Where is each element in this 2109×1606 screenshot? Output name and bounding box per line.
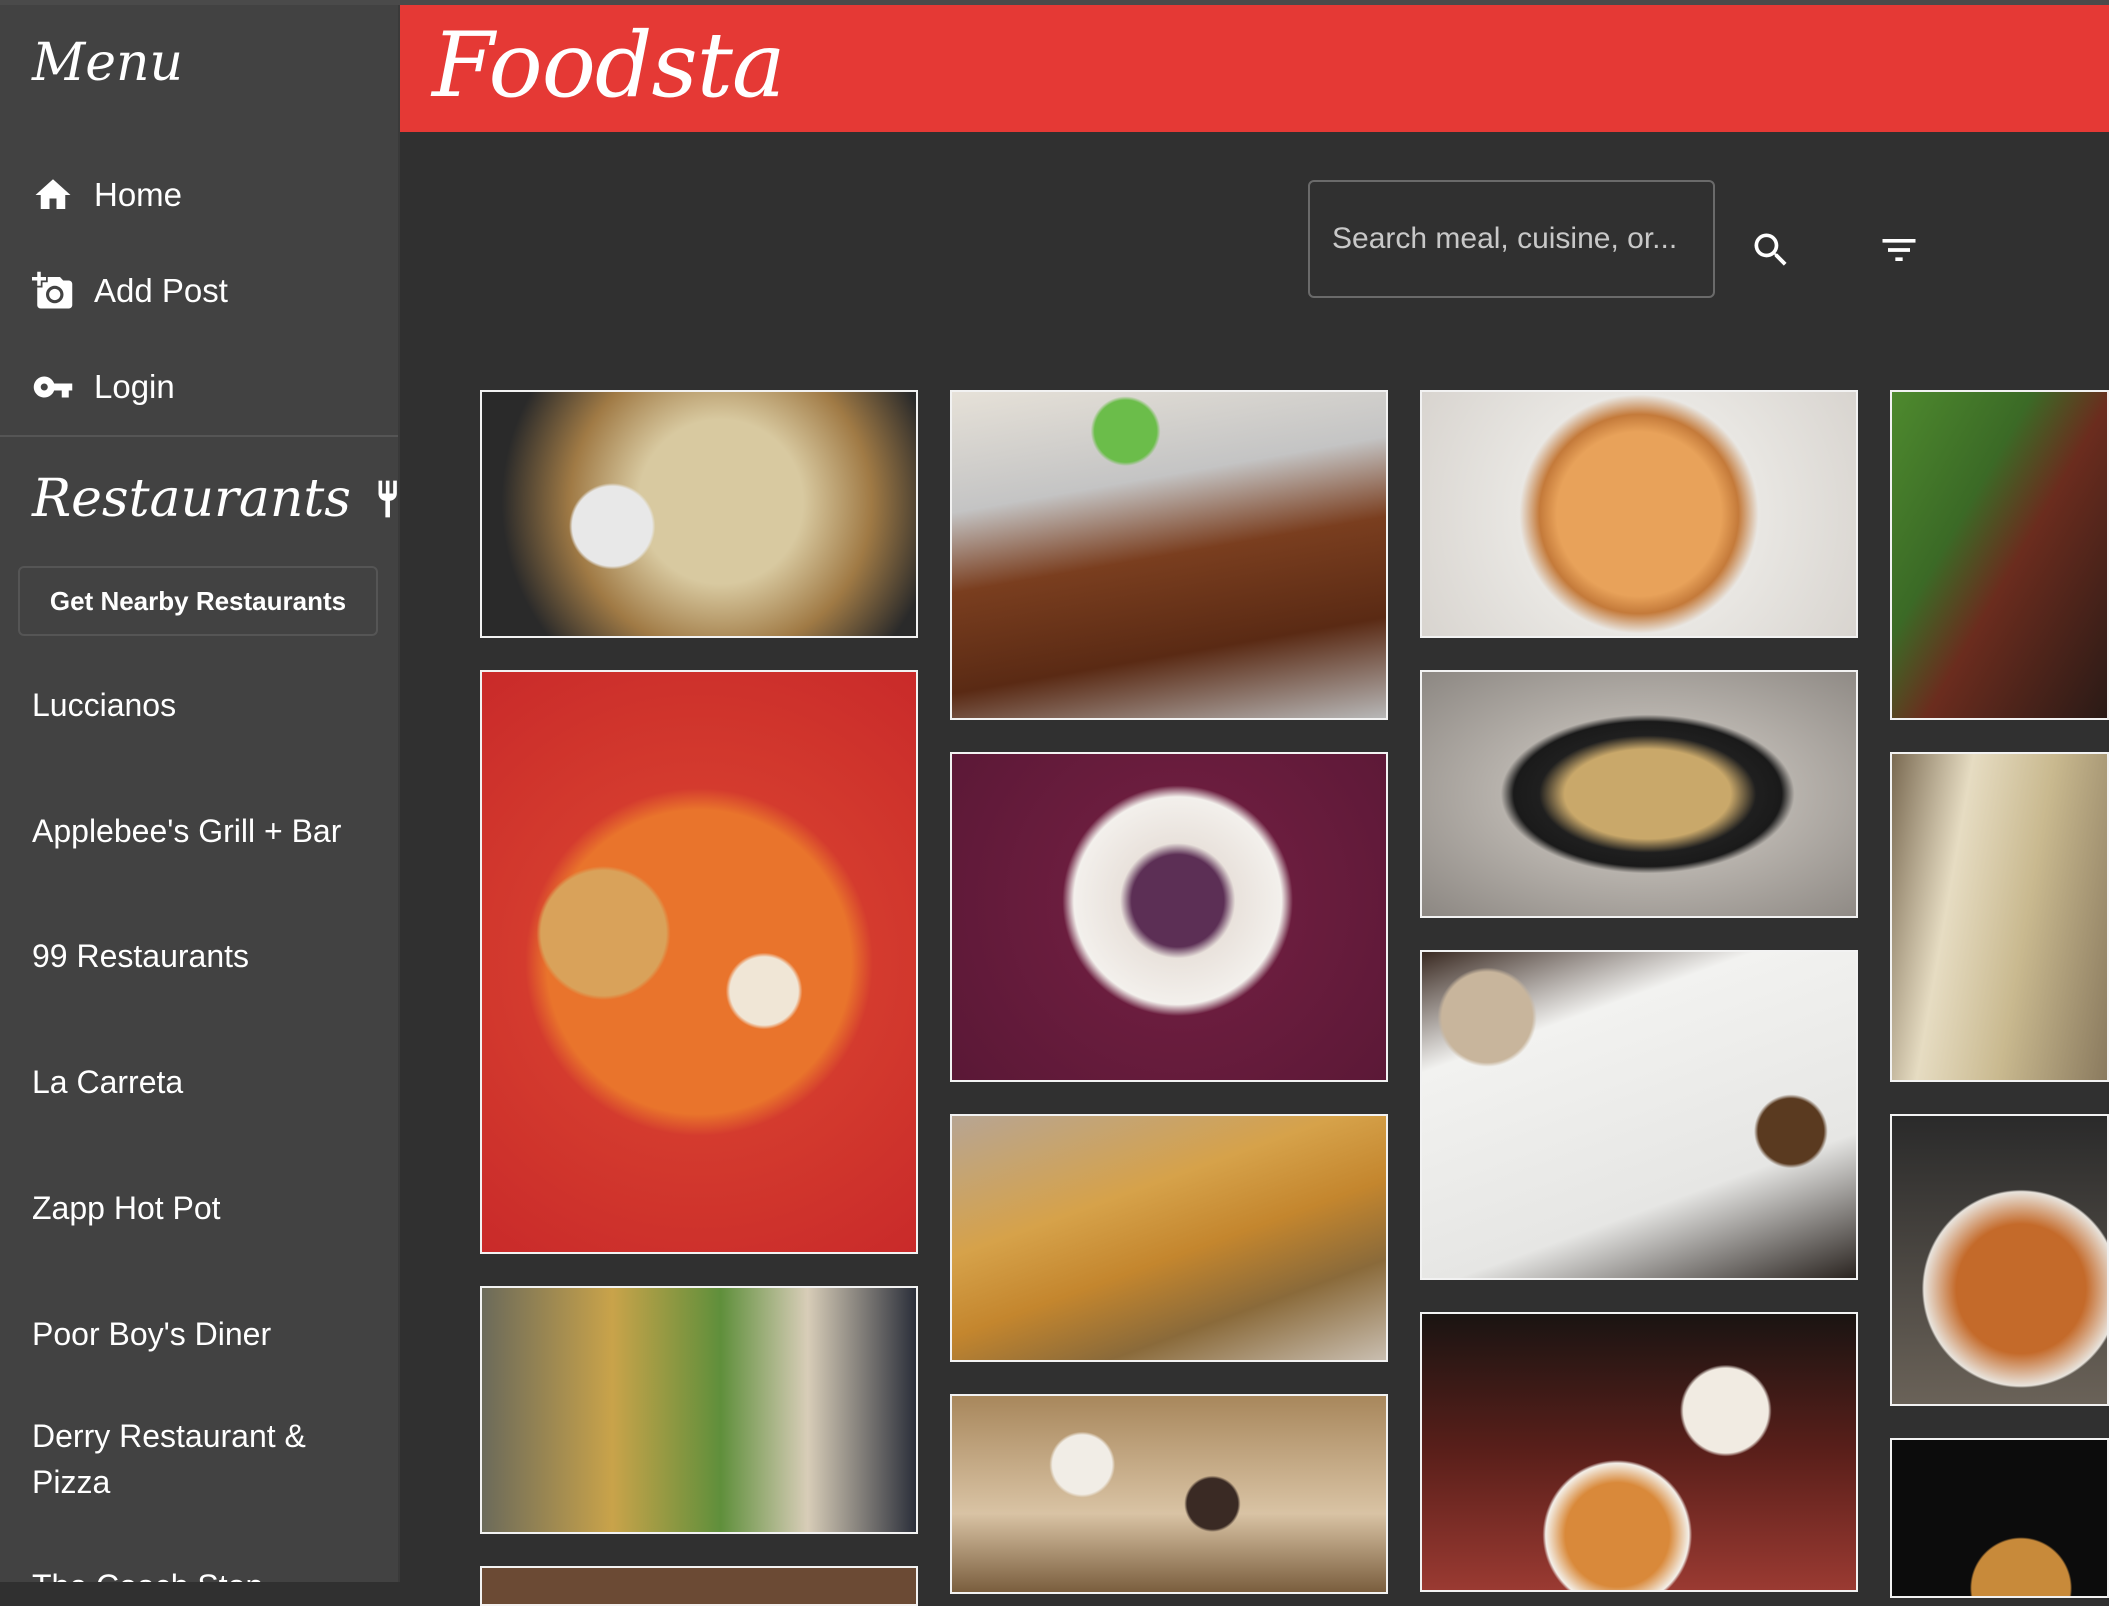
food-post-image[interactable] — [950, 1394, 1388, 1594]
food-post-image[interactable] — [480, 1286, 918, 1534]
nav-home[interactable]: Home — [32, 165, 182, 225]
app-header: Foodsta — [400, 5, 2109, 132]
filter-button[interactable] — [1871, 222, 1927, 278]
get-nearby-restaurants-button[interactable]: Get Nearby Restaurants — [18, 566, 378, 636]
food-post-image[interactable] — [950, 390, 1388, 720]
restaurant-item[interactable]: Poor Boy's Diner — [32, 1311, 372, 1357]
restaurant-item[interactable]: Applebee's Grill + Bar — [32, 808, 372, 854]
utensils-icon — [378, 480, 397, 518]
food-post-image[interactable] — [1890, 752, 2109, 1082]
sidebar-divider — [0, 435, 398, 437]
restaurant-item[interactable]: 99 Restaurants — [32, 933, 372, 979]
food-post-image[interactable] — [1420, 1312, 1858, 1592]
app-logo[interactable]: Foodsta — [432, 13, 786, 118]
restaurant-item[interactable]: Derry Restaurant & Pizza — [32, 1413, 372, 1505]
food-post-image[interactable] — [480, 390, 918, 638]
filter-icon — [1882, 239, 1916, 261]
nav-home-label: Home — [94, 176, 183, 213]
sidebar: Menu Home Add Post Login Restaurants Get… — [0, 5, 400, 1582]
food-post-image[interactable] — [1420, 670, 1858, 918]
nav-add-post[interactable]: Add Post — [32, 261, 228, 321]
home-icon — [35, 179, 71, 209]
restaurants-heading: Restaurants — [32, 469, 398, 529]
restaurant-item[interactable]: Luccianos — [32, 682, 372, 728]
nav-login-label: Login — [94, 368, 175, 405]
add-photo-icon — [32, 271, 73, 309]
food-post-image[interactable] — [480, 1566, 918, 1606]
key-icon — [33, 376, 73, 398]
search-input[interactable] — [1310, 221, 1704, 257]
food-post-image[interactable] — [1890, 390, 2109, 720]
restaurant-item[interactable]: La Carreta — [32, 1059, 372, 1105]
restaurant-item[interactable]: The Coach Stop — [32, 1563, 372, 1582]
food-post-image[interactable] — [950, 1114, 1388, 1362]
food-post-image[interactable] — [1890, 1438, 2109, 1598]
food-post-image[interactable] — [1420, 390, 1858, 638]
restaurants-title: Restaurants — [32, 469, 351, 529]
food-post-image[interactable] — [950, 752, 1388, 1082]
restaurant-item[interactable]: Zapp Hot Pot — [32, 1185, 372, 1231]
nav-login[interactable]: Login — [32, 357, 175, 417]
search-button[interactable] — [1743, 222, 1799, 278]
nav-add-post-label: Add Post — [94, 272, 228, 309]
food-post-image[interactable] — [1890, 1114, 2109, 1406]
menu-title: Menu — [32, 33, 183, 93]
food-post-image[interactable] — [480, 670, 918, 1254]
food-post-image[interactable] — [1420, 950, 1858, 1280]
search-field[interactable] — [1308, 180, 1715, 298]
search-icon — [1754, 233, 1787, 266]
